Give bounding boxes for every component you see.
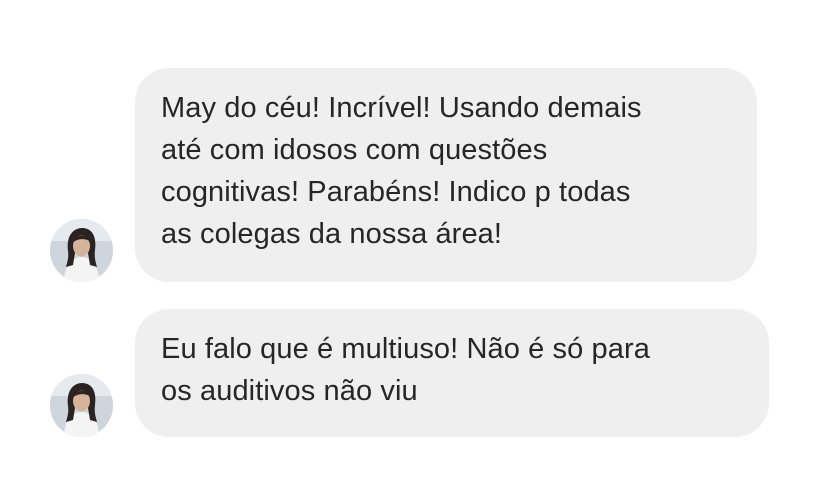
- message-row: Eu falo que é multiuso! Não é só para os…: [0, 309, 840, 437]
- profile-photo-icon: [50, 219, 113, 282]
- message-row: May do céu! Incrível! Usando demais até …: [0, 68, 840, 282]
- message-bubble[interactable]: Eu falo que é multiuso! Não é só para os…: [135, 309, 769, 437]
- chat-thread: May do céu! Incrível! Usando demais até …: [0, 0, 840, 500]
- contact-avatar[interactable]: [50, 374, 113, 437]
- profile-photo-icon: [50, 374, 113, 437]
- message-text: May do céu! Incrível! Usando demais até …: [161, 92, 642, 250]
- message-bubble[interactable]: May do céu! Incrível! Usando demais até …: [135, 68, 757, 282]
- contact-avatar[interactable]: [50, 219, 113, 282]
- message-text: Eu falo que é multiuso! Não é só para os…: [161, 333, 650, 407]
